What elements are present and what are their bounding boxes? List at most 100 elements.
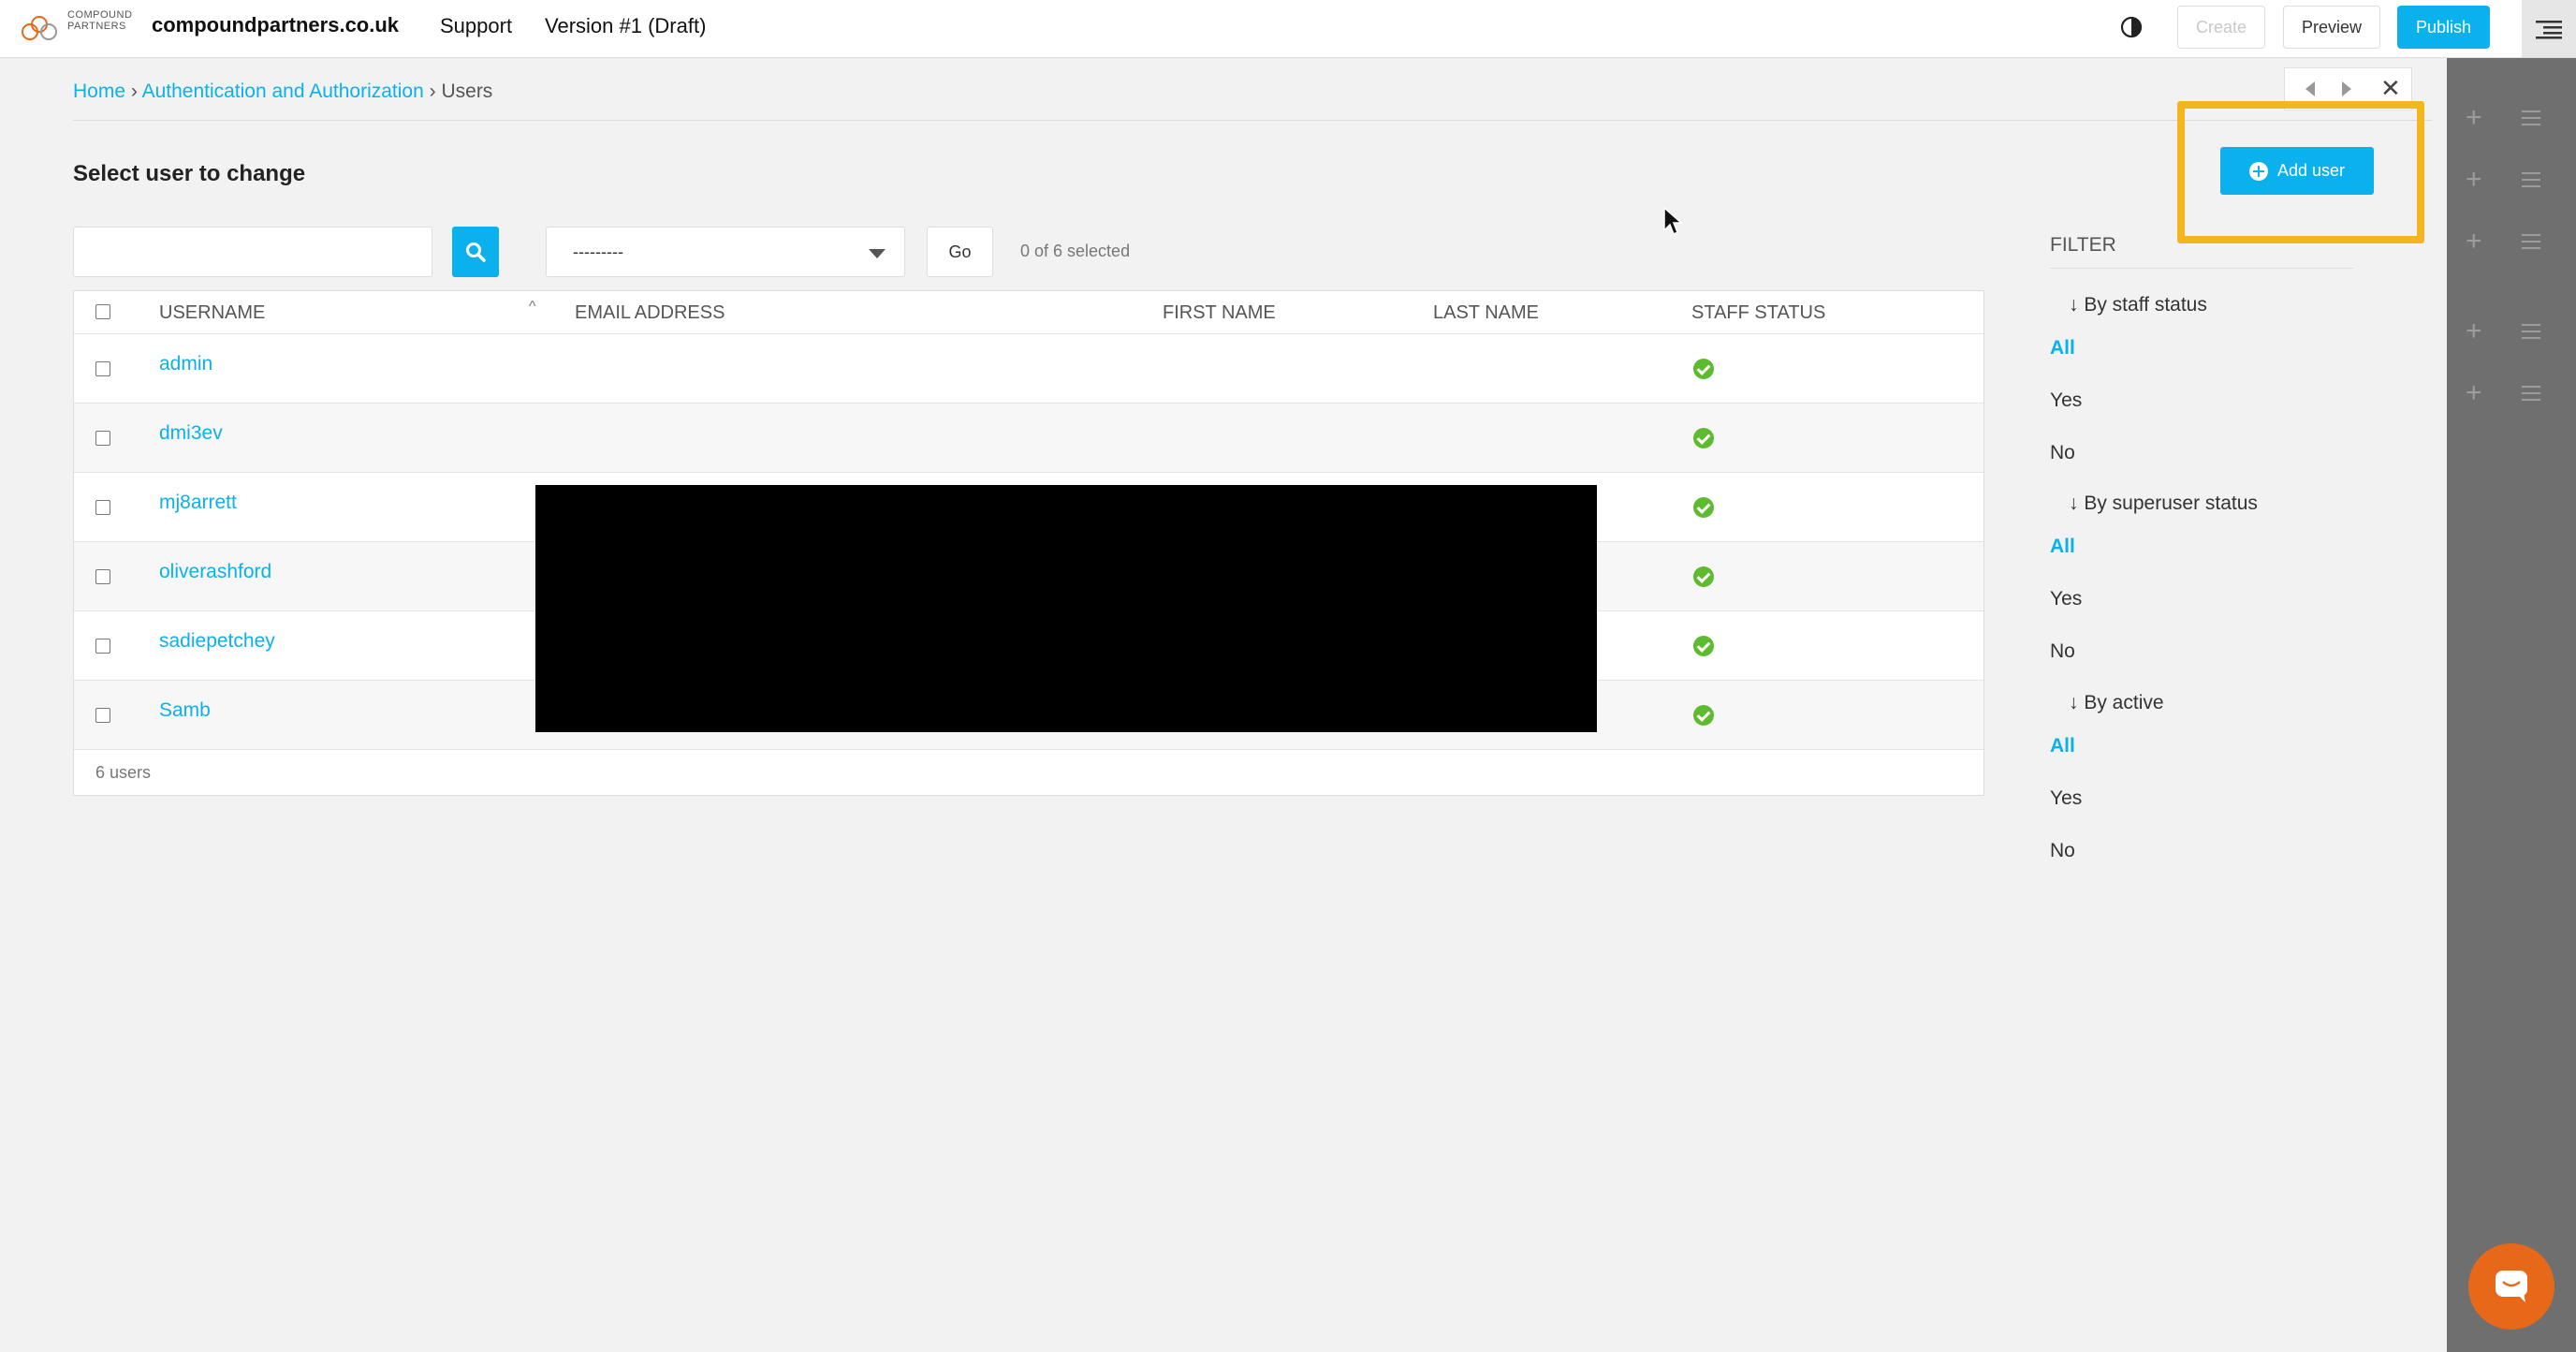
divider [2050,268,2353,269]
drag-handle-icon[interactable] [2522,234,2540,249]
filter-option-all[interactable]: All [2050,735,2075,757]
chat-bubble-icon [2496,1271,2527,1302]
drag-handle-icon[interactable] [2522,324,2540,339]
create-button[interactable]: Create [2177,6,2265,49]
check-icon [1693,428,1714,448]
structure-row[interactable]: + [2447,212,2576,272]
mouse-cursor-icon [1663,206,1683,236]
column-header-first-name[interactable]: First name [1163,302,1276,324]
redacted-region [535,485,1597,732]
structure-row[interactable]: + [2447,301,2576,361]
plus-icon[interactable]: + [2466,379,2482,407]
filter-option-yes[interactable]: Yes [2050,389,2082,412]
plus-icon[interactable]: + [2466,317,2482,345]
row-checkbox[interactable] [95,569,110,584]
structure-row[interactable]: + [2447,88,2576,148]
page-title: Select user to change [73,161,306,186]
company-logo[interactable]: COMPOUND PARTNERS [21,9,132,47]
search-button[interactable] [452,227,499,277]
search-icon [466,242,486,262]
breadcrumb-separator: › [429,81,436,102]
check-icon [1693,497,1714,518]
preview-button[interactable]: Preview [2283,6,2380,49]
structure-menu-icon [2536,20,2562,38]
filter-option-no[interactable]: No [2050,442,2075,464]
plus-icon[interactable]: + [2466,166,2482,194]
site-menu[interactable]: compoundpartners.co.uk [152,13,399,37]
structure-panel: + + + + + [2447,58,2576,1352]
plus-icon[interactable]: + [2466,104,2482,132]
cms-toolbar: COMPOUND PARTNERS compoundpartners.co.uk… [0,0,2576,58]
check-icon [1693,359,1714,379]
logo-text-line1: COMPOUND [67,9,133,21]
action-select[interactable]: --------- [546,227,905,277]
filter-option-no[interactable]: No [2050,840,2075,862]
row-checkbox[interactable] [95,708,110,723]
filter-title: FILTER [2050,234,2116,256]
filter-option-all[interactable]: All [2050,536,2075,558]
add-user-button[interactable]: Add user [2220,147,2374,195]
previous-arrow-icon[interactable] [2305,81,2315,96]
plus-circle-icon [2248,161,2268,181]
check-icon [1693,636,1714,656]
add-user-label: Add user [2276,161,2346,180]
username-link[interactable]: oliverashford [159,561,271,583]
logo-text: COMPOUND PARTNERS [67,9,132,32]
username-link[interactable]: dmi3ev [159,422,223,445]
logo-circles-icon [22,16,57,40]
select-all-checkbox[interactable] [95,304,110,319]
column-header-staff-status[interactable]: Staff status [1691,302,1825,324]
table-header: Username ^ Email address First name Last… [74,291,1983,334]
username-link[interactable]: Samb [159,699,211,722]
action-select-value: --------- [573,242,623,261]
filter-group-heading: ↓ By staff status [2069,294,2207,316]
plus-icon[interactable]: + [2466,228,2482,256]
drag-handle-icon[interactable] [2522,172,2540,187]
structure-row[interactable]: + [2447,363,2576,423]
check-icon [1693,705,1714,726]
version-menu[interactable]: Version #1 (Draft) [545,14,706,38]
breadcrumb: Home › Authentication and Authorization … [73,81,492,103]
row-checkbox[interactable] [95,500,110,515]
chevron-down-icon [869,249,886,258]
logo-text-line2: PARTNERS [67,21,126,32]
selected-counter: 0 of 6 selected [1020,242,1131,260]
next-arrow-icon[interactable] [2342,81,2351,96]
breadcrumb-home[interactable]: Home [73,81,125,102]
filter-option-no[interactable]: No [2050,640,2075,663]
table-row: dmi3ev [74,404,1983,473]
column-header-last-name[interactable]: Last name [1433,302,1539,324]
drag-handle-icon[interactable] [2522,386,2540,401]
sort-ascending-icon[interactable]: ^ [529,299,536,316]
column-header-username[interactable]: Username [159,302,265,324]
column-header-email[interactable]: Email address [575,302,724,324]
row-checkbox[interactable] [95,431,110,446]
table-footer: 6 users [95,763,152,782]
close-icon[interactable]: ✕ [2380,76,2401,100]
username-link[interactable]: admin [159,353,212,375]
breadcrumb-section[interactable]: Authentication and Authorization [142,81,424,102]
filter-option-yes[interactable]: Yes [2050,787,2082,810]
username-link[interactable]: mj8arrett [159,492,237,514]
table-row: admin [74,334,1983,404]
breadcrumb-current: Users [441,81,493,102]
publish-button[interactable]: Publish [2397,6,2490,49]
search-input[interactable] [73,227,432,277]
structure-toggle-button[interactable] [2522,0,2576,57]
filter-group-heading: ↓ By active [2069,692,2164,713]
drag-handle-icon[interactable] [2522,110,2540,125]
username-link[interactable]: sadiepetchey [159,630,275,653]
check-icon [1693,566,1714,587]
contrast-toggle-icon[interactable] [2120,16,2143,38]
divider [73,120,2432,121]
filter-option-all[interactable]: All [2050,337,2075,360]
filter-group-heading: ↓ By superuser status [2069,492,2258,514]
chat-launcher-button[interactable] [2468,1243,2554,1330]
support-menu[interactable]: Support [440,14,512,38]
breadcrumb-separator: › [130,81,138,102]
row-checkbox[interactable] [95,361,110,376]
row-checkbox[interactable] [95,639,110,654]
filter-option-yes[interactable]: Yes [2050,588,2082,610]
go-button[interactable]: Go [927,227,993,277]
structure-row[interactable]: + [2447,150,2576,210]
